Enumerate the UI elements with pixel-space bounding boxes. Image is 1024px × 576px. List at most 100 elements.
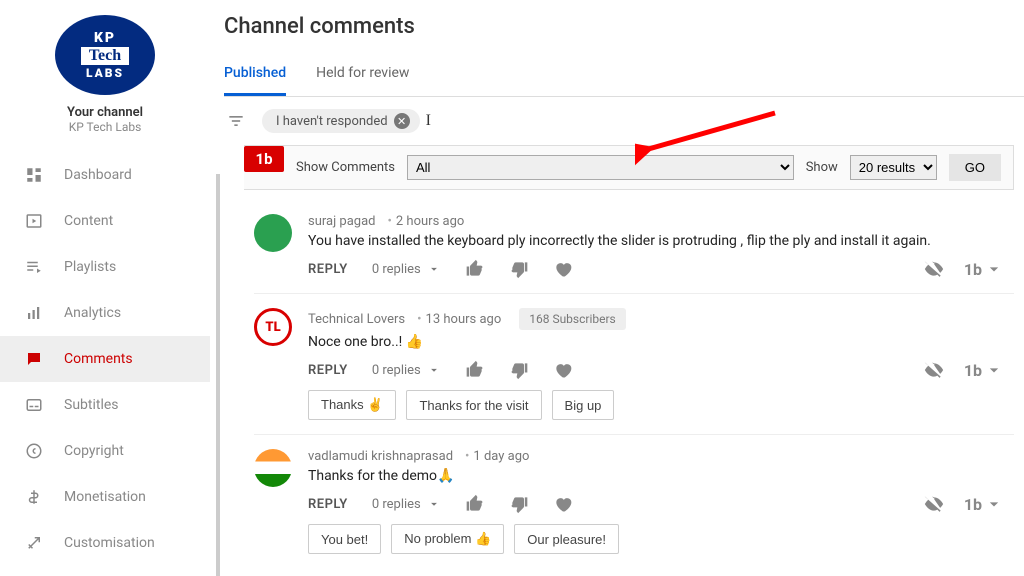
comments-list: suraj pagad 2 hours ago You have install… — [254, 200, 1014, 568]
playlists-icon — [24, 258, 44, 276]
main: Channel comments Published Held for revi… — [210, 0, 1024, 576]
channel-sub: KP Tech Labs — [0, 120, 210, 134]
monetisation-icon — [24, 488, 44, 506]
nav-label: Playlists — [64, 259, 116, 275]
sidebar-item-playlists[interactable]: Playlists — [0, 244, 210, 290]
go-button[interactable]: GO — [949, 154, 1001, 181]
sidebar-item-copyright[interactable]: Copyright — [0, 428, 210, 474]
tab-held[interactable]: Held for review — [316, 59, 409, 96]
nav-label: Analytics — [64, 305, 121, 321]
thumbs-down-icon[interactable] — [509, 360, 529, 380]
show-results-select[interactable]: 20 results — [850, 155, 937, 180]
filter-chip-label: I haven't responded — [276, 114, 388, 129]
thumbs-up-icon[interactable] — [465, 494, 485, 514]
filter-chip[interactable]: I haven't responded ✕ — [262, 109, 420, 133]
quick-reply-button[interactable]: Our pleasure! — [514, 524, 619, 554]
quick-replies: Thanks ✌ Thanks for the visit Big up — [308, 390, 1014, 420]
nav-label: Subtitles — [64, 397, 119, 413]
thumbs-down-icon[interactable] — [509, 259, 529, 279]
replies-dropdown[interactable]: 0 replies — [372, 363, 441, 378]
quick-reply-button[interactable]: Thanks for the visit — [406, 390, 541, 420]
avatar[interactable] — [254, 214, 292, 252]
comment-author[interactable]: Technical Lovers — [308, 312, 405, 327]
content-icon — [24, 212, 44, 230]
dashboard-icon — [24, 166, 44, 184]
quick-reply-button[interactable]: You bet! — [308, 524, 381, 554]
comment-author[interactable]: suraj pagad — [308, 214, 376, 229]
logo-line-3: LABS — [86, 66, 124, 80]
nav-label: Copyright — [64, 443, 124, 459]
sidebar-item-customisation[interactable]: Customisation — [0, 520, 210, 566]
hide-icon[interactable] — [924, 494, 944, 514]
comment-actions: REPLY 0 replies 1b — [308, 494, 1014, 514]
tabs: Published Held for review — [224, 59, 1024, 97]
quick-reply-button[interactable]: Thanks ✌ — [308, 390, 396, 420]
heart-icon[interactable] — [553, 494, 573, 514]
copyright-icon — [24, 442, 44, 460]
channel-logo[interactable]: KP Tech LABS — [55, 15, 155, 95]
sidebar-item-dashboard[interactable]: Dashboard — [0, 152, 210, 198]
hide-icon[interactable] — [924, 259, 944, 279]
nav-label: Customisation — [64, 535, 155, 551]
reply-button[interactable]: REPLY — [308, 363, 348, 378]
tubebuddy-action[interactable]: 1b — [964, 259, 1004, 279]
tab-published[interactable]: Published — [224, 59, 286, 96]
nav-label: Comments — [64, 351, 133, 367]
comment-time: 1 day ago — [461, 449, 529, 464]
logo-line-1: KP — [94, 30, 116, 46]
show-comments-select[interactable]: All — [407, 155, 794, 180]
comment-row: TL Technical Lovers 13 hours ago 168 Sub… — [254, 294, 1014, 435]
sidebar-item-comments[interactable]: Comments — [0, 336, 210, 382]
subscribers-badge: 168 Subscribers — [519, 308, 626, 330]
scrollbar[interactable] — [216, 174, 220, 576]
comment-row: suraj pagad 2 hours ago You have install… — [254, 200, 1014, 294]
sidebar-item-subtitles[interactable]: Subtitles — [0, 382, 210, 428]
comment-time: 2 hours ago — [384, 214, 465, 229]
comment-author[interactable]: vadlamudi krishnaprasad — [308, 449, 453, 464]
quick-reply-button[interactable]: Big up — [552, 390, 615, 420]
comments-icon — [24, 350, 44, 368]
tubebuddy-action[interactable]: 1b — [964, 494, 1004, 514]
channel-title: Your channel — [0, 105, 210, 120]
sidebar-item-analytics[interactable]: Analytics — [0, 290, 210, 336]
reply-button[interactable]: REPLY — [308, 497, 348, 512]
filter-row: I haven't responded ✕ I — [224, 109, 1024, 145]
filter-icon[interactable] — [226, 111, 246, 131]
thumbs-up-icon[interactable] — [465, 259, 485, 279]
comment-text: You have installed the keyboard ply inco… — [308, 233, 1014, 249]
quick-replies: You bet! No problem 👍 Our pleasure! — [308, 524, 1014, 554]
filter-chip-remove-icon[interactable]: ✕ — [394, 113, 410, 129]
comment-actions: REPLY 0 replies 1b — [308, 360, 1014, 380]
sidebar-item-content[interactable]: Content — [0, 198, 210, 244]
tubebuddy-bar: 1b Show Comments All Show 20 results GO — [244, 145, 1014, 190]
comment-actions: REPLY 0 replies 1b — [308, 259, 1014, 279]
reply-button[interactable]: REPLY — [308, 262, 348, 277]
tubebuddy-action[interactable]: 1b — [964, 360, 1004, 380]
comment-text: Thanks for the demo🙏 — [308, 468, 1014, 484]
logo-line-2: Tech — [81, 47, 129, 65]
replies-dropdown[interactable]: 0 replies — [372, 497, 441, 512]
comment-row: vadlamudi krishnaprasad 1 day ago Thanks… — [254, 435, 1014, 568]
show-label: Show — [806, 160, 838, 175]
nav-label: Dashboard — [64, 167, 132, 183]
thumbs-up-icon[interactable] — [465, 360, 485, 380]
customisation-icon — [24, 534, 44, 552]
analytics-icon — [24, 304, 44, 322]
sidebar-item-monetisation[interactable]: Monetisation — [0, 474, 210, 520]
heart-icon[interactable] — [553, 360, 573, 380]
show-comments-label: Show Comments — [296, 160, 395, 175]
heart-icon[interactable] — [553, 259, 573, 279]
nav-label: Content — [64, 213, 113, 229]
avatar[interactable] — [254, 449, 292, 487]
nav-label: Monetisation — [64, 489, 146, 505]
avatar[interactable]: TL — [254, 308, 292, 346]
tubebuddy-logo: 1b — [244, 146, 284, 172]
comment-text: Noce one bro..! 👍 — [308, 334, 1014, 350]
thumbs-down-icon[interactable] — [509, 494, 529, 514]
replies-dropdown[interactable]: 0 replies — [372, 262, 441, 277]
text-cursor: I — [426, 112, 431, 130]
comment-time: 13 hours ago — [413, 312, 501, 327]
subtitles-icon — [24, 396, 44, 414]
hide-icon[interactable] — [924, 360, 944, 380]
quick-reply-button[interactable]: No problem 👍 — [391, 524, 504, 554]
